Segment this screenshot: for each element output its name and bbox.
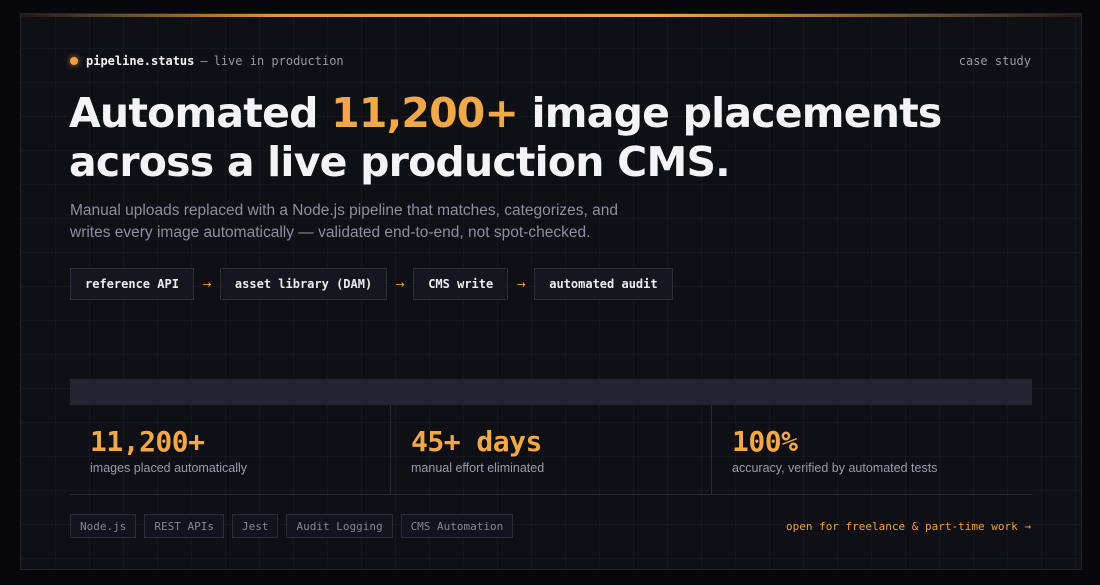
stat-label: images placed automatically [90,461,248,475]
stat-value: 100% [732,425,798,458]
arrow-right-icon: → [202,277,212,291]
tag-rest-apis: REST APIs [144,514,224,538]
accent-top-line [21,14,1081,17]
pipeline-step-asset-library: asset library (DAM) [219,268,388,300]
case-study-label: case study [958,54,1031,68]
case-study-card: pipeline.status — live in production cas… [20,13,1082,570]
stats-header-bar [70,379,1032,405]
headline-prefix: Automated [69,89,332,137]
freelance-link[interactable]: open for freelance & part-time work → [786,520,1031,533]
arrow-right-icon: → [516,277,526,291]
tag-audit-logging: Audit Logging [286,514,393,538]
stat-value: 45+ days [411,425,542,458]
status-separator: — [200,54,208,68]
stat-accuracy: 100% accuracy, verified by automated tes… [712,405,1032,494]
stat-value: 11,200+ [90,425,205,458]
headline-highlight: 11,200+ [331,89,519,137]
status-description: live in production [213,54,344,68]
tag-nodejs: Node.js [70,514,137,538]
headline: Automated 11,200+ image placements acros… [69,89,969,187]
status-name: pipeline.status [86,54,195,68]
pipeline-step-automated-audit: automated audit [534,268,673,300]
pipeline-step-cms-write: CMS write [413,268,509,300]
tag-cms-automation: CMS Automation [400,514,514,538]
status-dot-icon [70,57,78,65]
stat-images-placed: 11,200+ images placed automatically [70,405,391,494]
subtitle: Manual uploads replaced with a Node.js p… [70,202,618,241]
stat-label: accuracy, verified by automated tests [732,461,938,475]
stat-label: manual effort eliminated [411,461,545,475]
pipeline-step-reference-api: reference API [70,268,194,300]
arrow-right-icon: → [395,277,405,291]
pipeline-status: pipeline.status — live in production [70,54,344,68]
stats-row: 11,200+ images placed automatically 45+ … [70,405,1032,495]
tag-jest: Jest [231,514,279,538]
tech-tags: Node.js REST APIs Jest Audit Logging CMS… [70,514,514,538]
stat-effort-eliminated: 45+ days manual effort eliminated [391,405,712,494]
pipeline-flow: reference API → asset library (DAM) → CM… [70,268,673,300]
